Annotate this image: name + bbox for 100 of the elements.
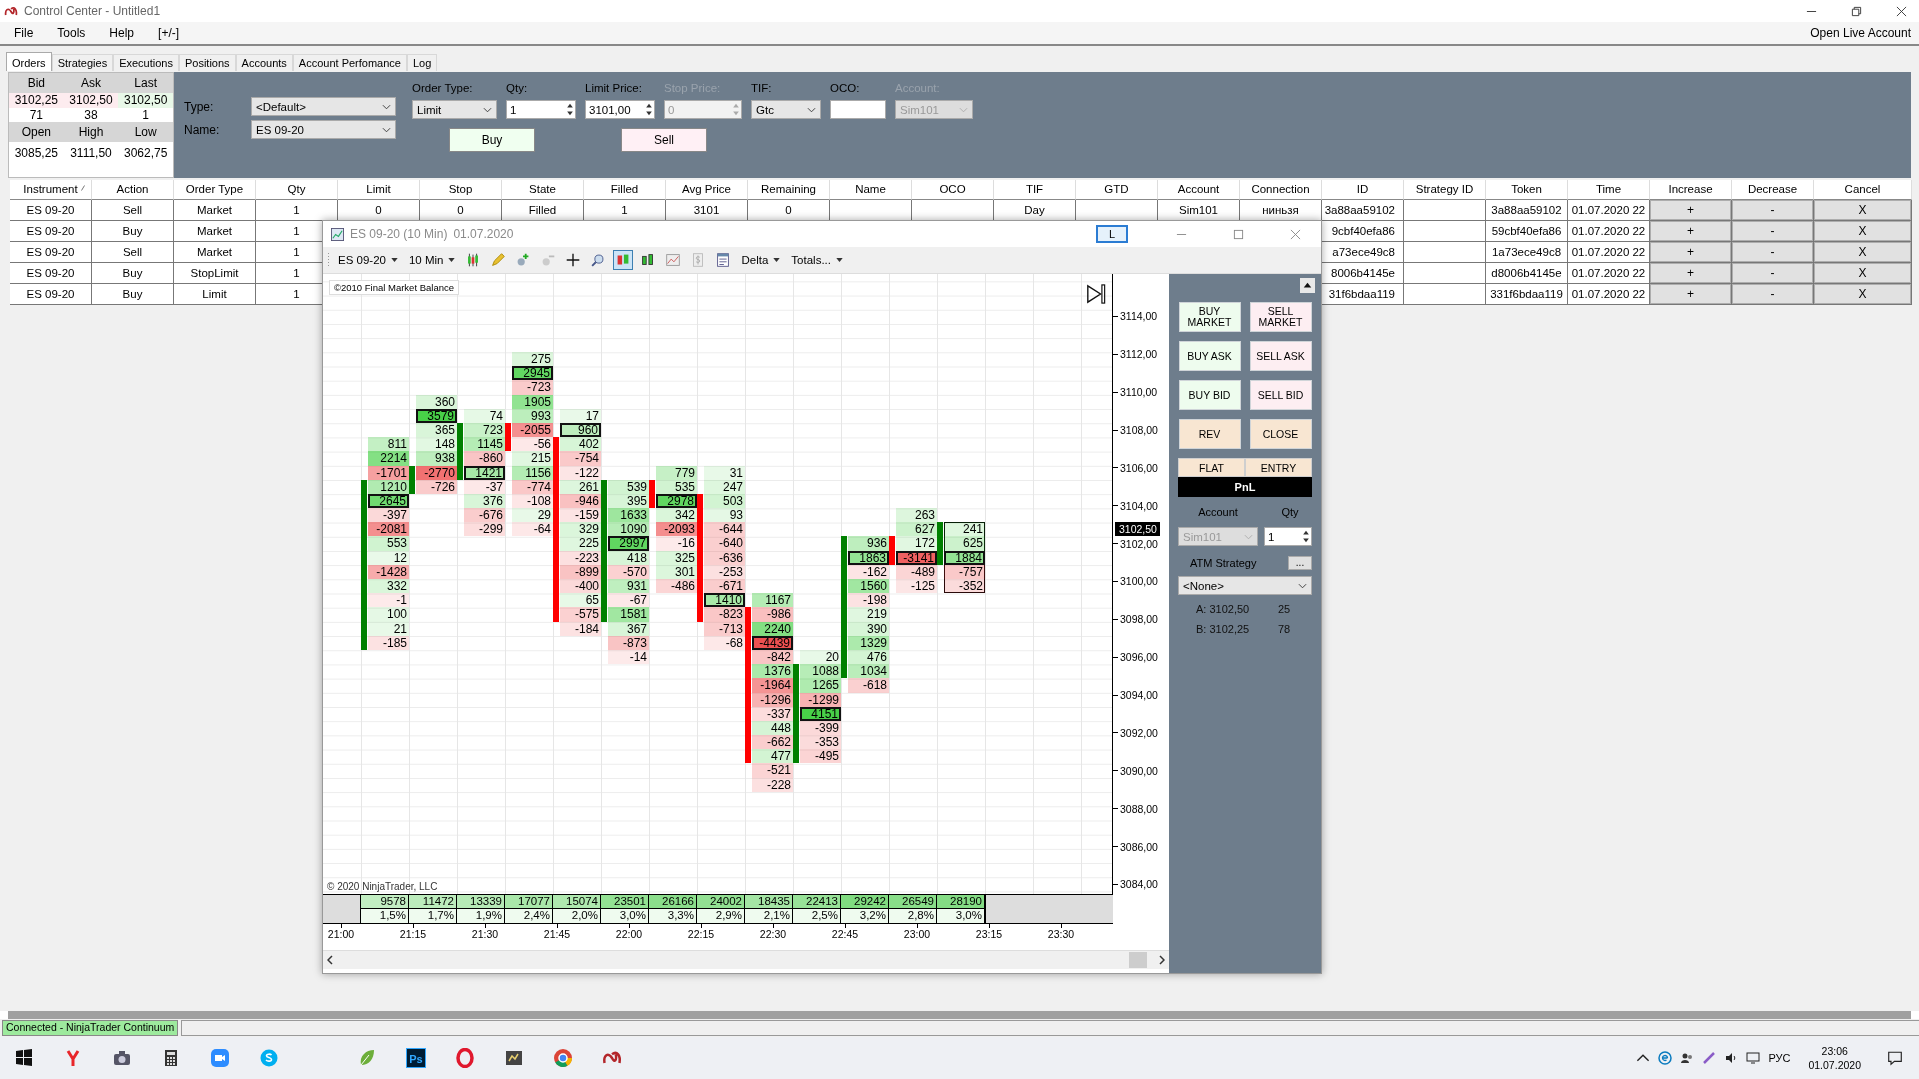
- trade-button[interactable]: SELL ASK: [1249, 341, 1312, 371]
- column-header[interactable]: Increase: [1650, 180, 1732, 200]
- input-field[interactable]: [830, 100, 886, 119]
- table-row-button[interactable]: -: [1732, 200, 1813, 220]
- app-window-icon[interactable]: [504, 1048, 524, 1068]
- restore-icon[interactable]: [1851, 5, 1862, 17]
- scroll-thumb[interactable]: [1129, 952, 1147, 968]
- chevron-right-icon[interactable]: [1159, 955, 1165, 965]
- photoshop-app-icon[interactable]: Ps: [406, 1048, 426, 1068]
- column-header[interactable]: Time: [1568, 180, 1650, 200]
- column-header[interactable]: Cancel: [1814, 180, 1912, 200]
- table-row-button[interactable]: X: [1814, 242, 1911, 262]
- column-header[interactable]: Account: [1158, 180, 1240, 200]
- table-row-button[interactable]: +: [1650, 242, 1731, 262]
- table-row-button[interactable]: -: [1732, 263, 1813, 283]
- order-button[interactable]: Buy: [449, 128, 535, 152]
- trade-button[interactable]: BUY MARKET: [1178, 302, 1241, 332]
- table-row-button[interactable]: -: [1732, 221, 1813, 241]
- tab[interactable]: Executions: [113, 54, 179, 71]
- type-dropdown[interactable]: <Default>: [251, 97, 396, 116]
- column-header[interactable]: TIF: [994, 180, 1076, 200]
- browser-tray-icon[interactable]: [1658, 1051, 1673, 1065]
- trade-button[interactable]: BUY BID: [1178, 380, 1241, 410]
- clock[interactable]: 23:06 01.07.2020: [1808, 1044, 1861, 1072]
- chevron-left-icon[interactable]: [327, 955, 333, 965]
- tab[interactable]: Log: [407, 54, 438, 71]
- tab[interactable]: Orders: [6, 52, 52, 71]
- table-row-button[interactable]: X: [1814, 221, 1911, 241]
- atm-settings-button[interactable]: ...: [1288, 556, 1312, 570]
- column-header[interactable]: Token: [1486, 180, 1568, 200]
- order-button[interactable]: Sell: [621, 128, 707, 152]
- totals-dropdown[interactable]: Totals...: [788, 254, 846, 266]
- column-header[interactable]: Action: [92, 180, 174, 200]
- menu-item[interactable]: Tools: [57, 26, 86, 40]
- instrument-dropdown[interactable]: ES 09-20: [335, 254, 401, 266]
- name-dropdown[interactable]: ES 09-20: [251, 120, 396, 139]
- pen-icon[interactable]: [1702, 1051, 1717, 1065]
- column-header[interactable]: Limit: [338, 180, 420, 200]
- windows-start-icon[interactable]: [14, 1048, 34, 1068]
- video-camera-app-icon[interactable]: [210, 1048, 230, 1068]
- column-header[interactable]: Order Type: [174, 180, 256, 200]
- browser-app-icon[interactable]: [455, 1048, 475, 1068]
- notification-icon[interactable]: [1887, 1050, 1903, 1066]
- position-button[interactable]: ENTRY: [1245, 458, 1312, 477]
- spin-field[interactable]: 3101,00: [585, 100, 655, 119]
- trade-button[interactable]: CLOSE: [1249, 419, 1312, 449]
- table-row-button[interactable]: +: [1650, 284, 1731, 304]
- column-header[interactable]: Filled: [584, 180, 666, 200]
- link-button[interactable]: L: [1096, 225, 1128, 243]
- column-header[interactable]: GTD: [1076, 180, 1158, 200]
- browser-app-icon[interactable]: [553, 1048, 573, 1068]
- column-header[interactable]: Remaining: [748, 180, 830, 200]
- table-row-button[interactable]: +: [1650, 221, 1731, 241]
- table-row-button[interactable]: X: [1814, 200, 1911, 220]
- column-header[interactable]: Qty: [256, 180, 338, 200]
- trade-button[interactable]: SELL BID: [1249, 380, 1312, 410]
- dropdown[interactable]: Limit: [412, 100, 497, 119]
- tab[interactable]: Account Perfomance: [292, 54, 407, 71]
- column-header[interactable]: Instrument: [10, 180, 92, 200]
- menu-item[interactable]: File: [14, 26, 34, 40]
- trade-button[interactable]: SELL MARKET: [1249, 302, 1312, 332]
- scroll-up-icon[interactable]: [1300, 278, 1315, 293]
- table-row-button[interactable]: -: [1732, 284, 1813, 304]
- dropdown[interactable]: Gtc: [751, 100, 821, 119]
- position-button[interactable]: FLAT: [1178, 458, 1245, 477]
- column-header[interactable]: Decrease: [1732, 180, 1814, 200]
- column-header[interactable]: Connection: [1240, 180, 1322, 200]
- column-header[interactable]: OCO: [912, 180, 994, 200]
- indicator-dropdown[interactable]: Delta: [738, 254, 784, 266]
- spin-field[interactable]: 1: [506, 100, 576, 119]
- monitor-icon[interactable]: [1746, 1051, 1761, 1065]
- table-row-button[interactable]: +: [1650, 200, 1731, 220]
- trade-button[interactable]: REV: [1178, 419, 1241, 449]
- column-header[interactable]: State: [502, 180, 584, 200]
- tab[interactable]: Accounts: [235, 54, 293, 71]
- period-dropdown[interactable]: 10 Min: [405, 254, 459, 266]
- scroll-to-end-icon[interactable]: [1086, 284, 1106, 304]
- atm-strategy-dropdown[interactable]: <None>: [1178, 576, 1312, 595]
- qty-spin-field[interactable]: 1: [1264, 527, 1312, 546]
- footprint-icon[interactable]: [613, 250, 634, 270]
- table-row-button[interactable]: X: [1814, 284, 1911, 304]
- table-row-button[interactable]: +: [1650, 263, 1731, 283]
- column-header[interactable]: Name: [830, 180, 912, 200]
- tab[interactable]: Strategies: [51, 54, 114, 71]
- open-live-account-link[interactable]: Open Live Account: [1810, 26, 1911, 40]
- table-row-button[interactable]: -: [1732, 242, 1813, 262]
- table-row-button[interactable]: X: [1814, 263, 1911, 283]
- maximize-icon[interactable]: [1233, 228, 1244, 240]
- language-indicator[interactable]: РУС: [1768, 1052, 1791, 1064]
- column-header[interactable]: Strategy ID: [1404, 180, 1486, 200]
- column-header[interactable]: Stop: [420, 180, 502, 200]
- menu-item[interactable]: [+/-]: [158, 26, 180, 40]
- trade-button[interactable]: BUY ASK: [1178, 341, 1241, 371]
- camera-app-icon[interactable]: [112, 1048, 132, 1068]
- chat-app-icon[interactable]: [259, 1048, 279, 1068]
- menu-item[interactable]: Help: [109, 26, 135, 40]
- tab[interactable]: Positions: [178, 54, 236, 71]
- people-icon[interactable]: [1680, 1051, 1695, 1065]
- column-header[interactable]: ID: [1322, 180, 1404, 200]
- close-icon[interactable]: [1896, 5, 1907, 17]
